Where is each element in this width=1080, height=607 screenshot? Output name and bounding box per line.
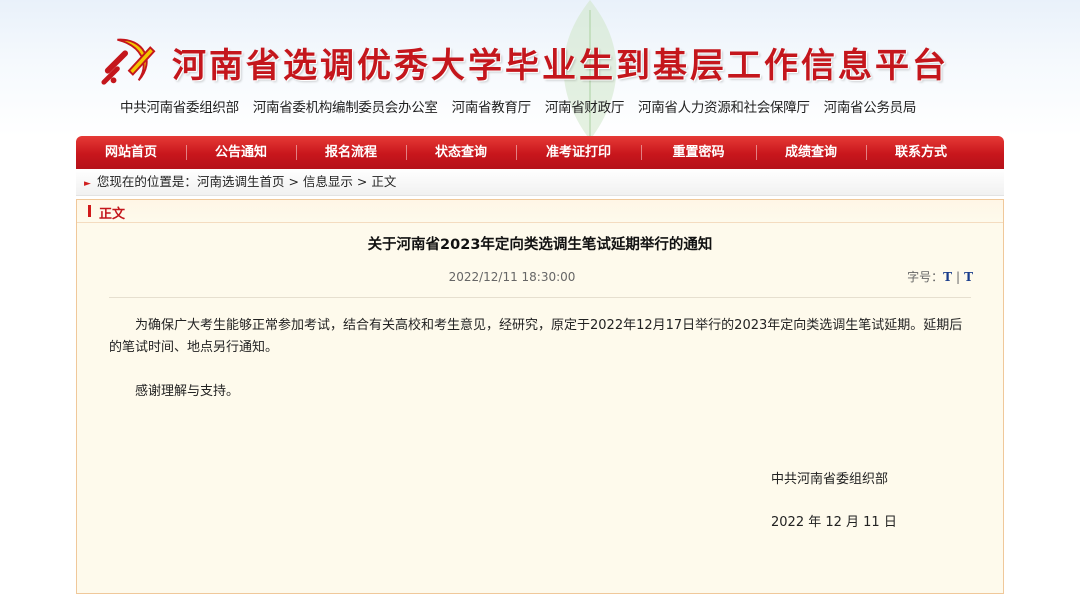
breadcrumb-separator: > (288, 174, 299, 189)
font-size-large-button[interactable]: T (943, 270, 952, 284)
article-paragraph: 为确保广大考生能够正常参加考试，结合有关高校和考生意见，经研究，原定于2022年… (109, 318, 963, 355)
nav-item-home[interactable]: 网站首页 (76, 136, 186, 169)
article-divider (109, 297, 971, 298)
sponsor-list: 中共河南省委组织部 河南省委机构编制委员会办公室 河南省教育厅 河南省财政厅 河… (120, 96, 926, 116)
sponsor-item: 中共河南省委组织部 (120, 100, 239, 116)
panel-title-marker (88, 205, 91, 217)
font-size-small-button[interactable]: T (964, 270, 973, 284)
font-size-control: 字号：T | T (907, 268, 973, 285)
sponsor-item: 河南省财政厅 (544, 100, 625, 116)
sponsor-item: 河南省委机构编制委员会办公室 (252, 100, 438, 116)
nav-item-status-query[interactable]: 状态查询 (406, 136, 516, 169)
site-header: 河南省选调优秀大学毕业生到基层工作信息平台 中共河南省委组织部 河南省委机构编制… (0, 0, 1080, 136)
panel-title: 正文 (99, 207, 126, 222)
content-panel: 正文 关于河南省2023年定向类选调生笔试延期举行的通知 2022/12/11 … (76, 199, 1004, 594)
nav-item-score-query[interactable]: 成绩查询 (756, 136, 866, 169)
article-signature: 中共河南省委组织部 (771, 472, 889, 487)
nav-item-contact[interactable]: 联系方式 (866, 136, 976, 169)
breadcrumb-current: 正文 (371, 174, 397, 189)
sponsor-item: 河南省人力资源和社会保障厅 (638, 100, 810, 116)
breadcrumb-separator: > (356, 174, 368, 189)
main-nav: 网站首页 公告通知 报名流程 状态查询 准考证打印 重置密码 成绩查询 联系方式 (76, 136, 1004, 169)
article-title: 关于河南省2023年定向类选调生笔试延期举行的通知 (367, 237, 713, 253)
font-size-label: 字号： (907, 270, 944, 284)
nav-item-registration-process[interactable]: 报名流程 (296, 136, 406, 169)
article-body: 为确保广大考生能够正常参加考试，结合有关高校和考生意见，经研究，原定于2022年… (109, 315, 971, 425)
site-title: 河南省选调优秀大学毕业生到基层工作信息平台 (172, 46, 949, 86)
sponsor-item: 河南省教育厅 (451, 100, 532, 116)
sponsor-item: 河南省公务员局 (823, 100, 917, 116)
nav-item-admission-ticket[interactable]: 准考证打印 (516, 136, 641, 169)
breadcrumb-info-link[interactable]: 信息显示 (303, 174, 353, 189)
article-datetime: 2022/12/11 18:30:00 (448, 270, 576, 284)
article-paragraph: 感谢理解与支持。 (135, 384, 240, 399)
article-sign-date: 2022 年 12 月 11 日 (771, 515, 897, 530)
font-size-separator: | (956, 270, 961, 284)
nav-item-notices[interactable]: 公告通知 (186, 136, 296, 169)
breadcrumb: ► 您现在的位置是：河南选调生首页 > 信息显示 > 正文 (76, 169, 1004, 196)
party-emblem-icon (101, 38, 156, 85)
breadcrumb-prefix: 您现在的位置是： (96, 174, 197, 189)
nav-item-reset-password[interactable]: 重置密码 (641, 136, 756, 169)
panel-header: 正文 (77, 200, 1003, 223)
breadcrumb-arrow-icon: ► (84, 179, 91, 189)
breadcrumb-home-link[interactable]: 河南选调生首页 (197, 174, 285, 189)
